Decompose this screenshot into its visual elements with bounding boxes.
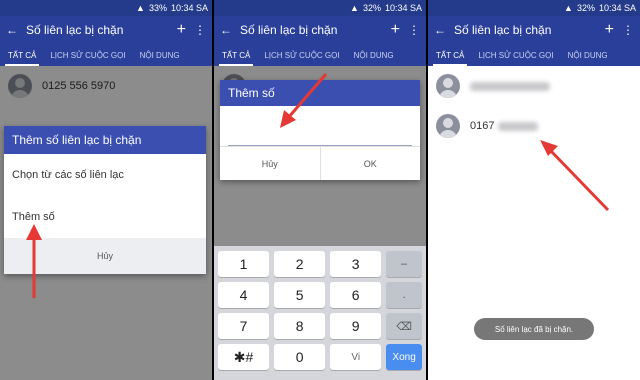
add-icon[interactable]: + <box>391 21 400 39</box>
choose-from-contacts-option[interactable]: Chọn từ các số liên lạc <box>4 154 206 196</box>
back-icon[interactable]: ← <box>6 23 18 37</box>
app-bar: ← Số liên lạc bị chặn + ⋮ <box>214 16 426 44</box>
tab-all[interactable]: TẤT CẢ <box>432 51 468 66</box>
key-9[interactable]: 9 <box>330 313 382 339</box>
tab-all[interactable]: TẤT CẢ <box>218 51 254 66</box>
tab-all[interactable]: TẤT CẢ <box>4 51 40 66</box>
overflow-menu-icon[interactable]: ⋮ <box>194 23 206 37</box>
numeric-keyboard: 1 2 3 – 4 5 6 . 7 8 9 ⌫ ✱# 0 Vi Xong <box>214 246 426 380</box>
done-key[interactable]: Xong <box>386 344 422 370</box>
back-icon[interactable]: ← <box>434 23 446 37</box>
status-bar: ▲ 32% 10:34 SA <box>214 0 426 16</box>
add-number-dialog: Thêm số Hủy OK <box>220 80 420 180</box>
dialog-title: Thêm số <box>220 80 420 106</box>
key-3[interactable]: 3 <box>330 251 382 277</box>
key-language[interactable]: Vi <box>330 344 382 370</box>
tab-call-history[interactable]: LỊCH SỬ CUỘC GỌI <box>478 51 553 60</box>
clock: 10:34 SA <box>384 3 422 13</box>
tab-bar: TẤT CẢ LỊCH SỬ CUỘC GỌI NỘI DUNG <box>0 44 212 66</box>
key-5[interactable]: 5 <box>274 282 326 308</box>
key-dot[interactable]: . <box>386 282 422 308</box>
clock: 10:34 SA <box>598 3 636 13</box>
panel-add-number-menu: ▲ 33% 10:34 SA ← Số liên lạc bị chặn + ⋮… <box>0 0 212 380</box>
cancel-button[interactable]: Hủy <box>220 147 320 180</box>
key-0[interactable]: 0 <box>274 344 326 370</box>
page-title: Số liên lạc bị chặn <box>26 23 124 37</box>
tab-content[interactable]: NỘI DUNG <box>140 51 180 60</box>
avatar <box>436 114 460 138</box>
add-icon[interactable]: + <box>177 21 186 39</box>
blurred-number <box>470 81 550 91</box>
app-bar: ← Số liên lạc bị chặn + ⋮ <box>0 16 212 44</box>
ok-button[interactable]: OK <box>319 147 421 180</box>
add-icon[interactable]: + <box>605 21 614 39</box>
tab-bar: TẤT CẢ LỊCH SỬ CUỘC GỌI NỘI DUNG <box>428 44 640 66</box>
page-title: Số liên lạc bị chặn <box>454 23 552 37</box>
key-8[interactable]: 8 <box>274 313 326 339</box>
avatar <box>436 74 460 98</box>
tab-call-history[interactable]: LỊCH SỬ CUỘC GỌI <box>50 51 125 60</box>
blurred-number <box>498 121 539 131</box>
status-bar: ▲ 32% 10:34 SA <box>428 0 640 16</box>
overflow-menu-icon[interactable]: ⋮ <box>622 23 634 37</box>
key-4[interactable]: 4 <box>218 282 270 308</box>
panel-blocked-result: ▲ 32% 10:34 SA ← Số liên lạc bị chặn + ⋮… <box>428 0 640 380</box>
add-number-option[interactable]: Thêm số <box>4 196 206 238</box>
signal-icon: ▲ <box>564 3 573 13</box>
signal-icon: ▲ <box>136 3 145 13</box>
blocked-toast: Số liên lạc đã bị chặn. <box>474 318 594 340</box>
battery-level: 33% <box>148 3 167 13</box>
status-bar: ▲ 33% 10:34 SA <box>0 0 212 16</box>
tab-bar: TẤT CẢ LỊCH SỬ CUỘC GỌI NỘI DUNG <box>214 44 426 66</box>
key-star-hash[interactable]: ✱# <box>218 344 270 370</box>
add-blocked-dialog: Thêm số liên lạc bị chặn Chọn từ các số … <box>4 126 206 274</box>
key-6[interactable]: 6 <box>330 282 382 308</box>
key-dash[interactable]: – <box>386 251 422 277</box>
dialog-buttons: Hủy OK <box>220 146 420 180</box>
key-2[interactable]: 2 <box>274 251 326 277</box>
battery-level: 32% <box>576 3 595 13</box>
backspace-icon[interactable]: ⌫ <box>386 313 422 339</box>
tab-content[interactable]: NỘI DUNG <box>568 51 608 60</box>
back-icon[interactable]: ← <box>220 23 232 37</box>
cancel-button[interactable]: Hủy <box>4 238 206 274</box>
screenshot-triptych: ▲ 33% 10:34 SA ← Số liên lạc bị chặn + ⋮… <box>0 0 640 380</box>
key-1[interactable]: 1 <box>218 251 270 277</box>
clock: 10:34 SA <box>170 3 208 13</box>
list-item[interactable]: 0167 <box>428 106 640 146</box>
battery-level: 32% <box>362 3 381 13</box>
app-bar: ← Số liên lạc bị chặn + ⋮ <box>428 16 640 44</box>
overflow-menu-icon[interactable]: ⋮ <box>408 23 420 37</box>
tab-content[interactable]: NỘI DUNG <box>354 51 394 60</box>
key-7[interactable]: 7 <box>218 313 270 339</box>
dialog-title: Thêm số liên lạc bị chặn <box>4 126 206 154</box>
number-input[interactable] <box>228 106 412 146</box>
signal-icon: ▲ <box>350 3 359 13</box>
contact-number-prefix: 0167 <box>470 120 495 132</box>
panel-enter-number: ▲ 32% 10:34 SA ← Số liên lạc bị chặn + ⋮… <box>214 0 426 380</box>
list-item[interactable] <box>428 66 640 106</box>
page-title: Số liên lạc bị chặn <box>240 23 338 37</box>
tab-call-history[interactable]: LỊCH SỬ CUỘC GỌI <box>264 51 339 60</box>
